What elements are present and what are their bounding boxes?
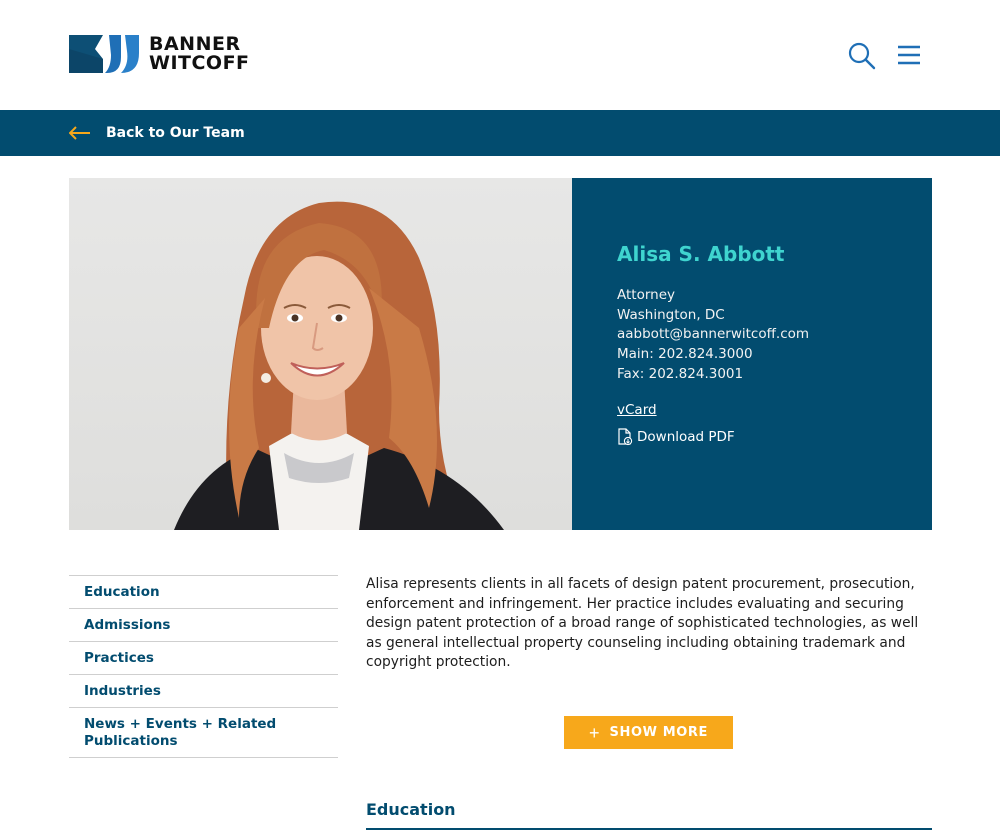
back-bar: Back to Our Team: [0, 110, 1000, 156]
attorney-name: Alisa S. Abbott: [617, 242, 785, 266]
sidenav-item-admissions[interactable]: Admissions: [69, 609, 338, 642]
attorney-photo: [69, 178, 572, 530]
search-icon: [848, 42, 876, 70]
show-more-button[interactable]: + SHOW MORE: [564, 716, 733, 749]
sidenav-item-practices[interactable]: Practices: [69, 642, 338, 675]
sidenav-item-news-events-publications[interactable]: News + Events + Related Publications: [69, 708, 338, 758]
search-button[interactable]: [846, 40, 878, 72]
plus-icon: +: [589, 722, 600, 743]
logo-line-2: WITCOFF: [149, 52, 250, 74]
profile-info-panel: Alisa S. Abbott Attorney Washington, DC …: [572, 178, 932, 530]
arrow-left-icon: [69, 126, 90, 140]
site-header: BANNER WITCOFF: [0, 0, 1000, 110]
main-phone[interactable]: Main: 202.824.3000: [617, 345, 809, 365]
vcard-link[interactable]: vCard: [617, 402, 657, 418]
file-download-icon: [618, 428, 633, 446]
download-pdf-label: Download PDF: [637, 429, 735, 445]
attorney-title: Attorney: [617, 287, 676, 303]
portrait-illustration: [174, 201, 504, 530]
attorney-bio: Alisa represents clients in all facets o…: [366, 576, 919, 670]
contact-details: Attorney Washington, DC aabbott@bannerwi…: [617, 286, 809, 385]
back-to-team-link[interactable]: Back to Our Team: [69, 110, 245, 156]
back-link-label: Back to Our Team: [106, 125, 245, 141]
education-section-header: Education: [366, 800, 932, 830]
office-location: Washington, DC: [617, 306, 725, 323]
menu-button[interactable]: [896, 42, 922, 68]
sidenav-item-education[interactable]: Education: [69, 576, 338, 609]
fax-number: Fax: 202.824.3001: [617, 366, 744, 382]
banner-witcoff-logo[interactable]: BANNER WITCOFF: [69, 35, 250, 73]
download-pdf-link[interactable]: Download PDF: [617, 428, 735, 446]
logo-mark-icon: [69, 35, 139, 73]
logo-wordmark: BANNER WITCOFF: [149, 35, 250, 73]
show-more-label: SHOW MORE: [609, 725, 708, 740]
sidenav-item-industries[interactable]: Industries: [69, 675, 338, 708]
education-heading: Education: [366, 800, 456, 819]
email-link[interactable]: aabbott@bannerwitcoff.com: [617, 325, 809, 345]
hamburger-menu-icon: [898, 45, 920, 65]
section-sidenav: Education Admissions Practices Industrie…: [69, 575, 338, 758]
